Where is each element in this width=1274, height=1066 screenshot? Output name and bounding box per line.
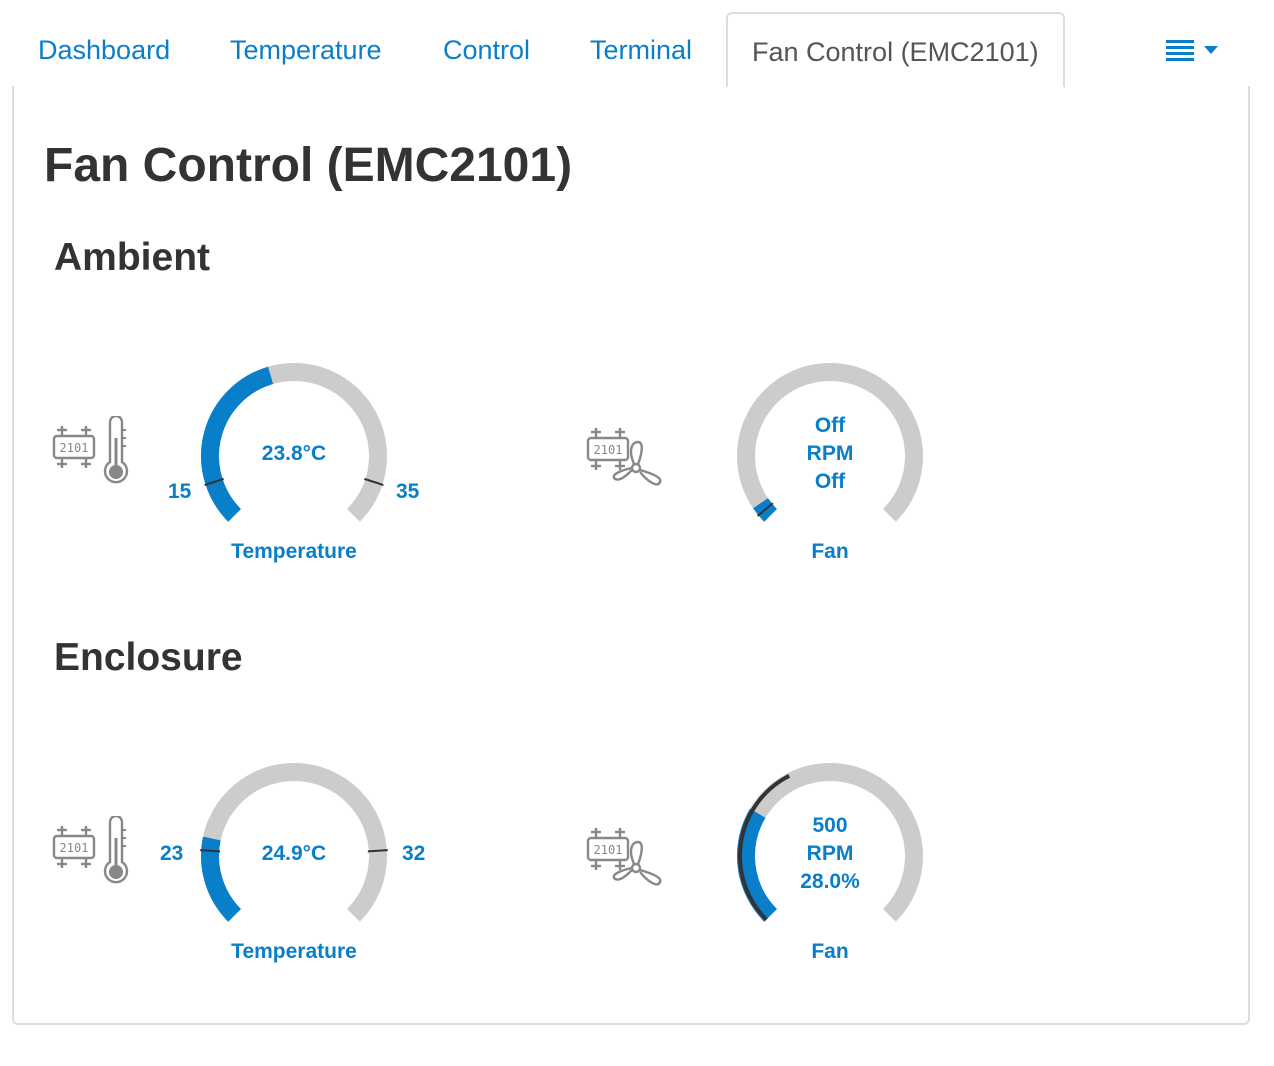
ambient-temperature-label: Temperature xyxy=(231,540,357,563)
list-menu-icon xyxy=(1166,40,1218,61)
ambient-temperature-min: 15 xyxy=(168,480,192,503)
fan-icon xyxy=(612,840,662,886)
chevron-down-icon xyxy=(1204,46,1218,54)
ambient-fan-percent: Off xyxy=(814,470,846,493)
section-title-enclosure: Enclosure xyxy=(54,636,243,679)
thermometer-icon xyxy=(103,816,129,884)
enclosure-fan-percent: 28.0% xyxy=(800,870,860,893)
enclosure-fan-rpm: 500 xyxy=(812,814,848,837)
ambient-temperature-value: 23.8°C xyxy=(261,442,327,465)
svg-text:2101: 2101 xyxy=(60,441,89,455)
tab-dashboard[interactable]: Dashboard xyxy=(38,12,170,88)
tab-control[interactable]: Control xyxy=(443,12,530,88)
menu-dropdown-button[interactable] xyxy=(1162,38,1222,64)
enclosure-temperature-min: 23 xyxy=(160,842,184,865)
ambient-temperature-max: 35 xyxy=(396,480,420,503)
ambient-fan-unit: RPM xyxy=(806,442,854,465)
page-title: Fan Control (EMC2101) xyxy=(44,139,573,192)
enclosure-fan-label: Fan xyxy=(811,940,849,963)
tab-temperature[interactable]: Temperature xyxy=(230,12,382,88)
tab-bar: Dashboard Temperature Control Terminal F… xyxy=(12,12,1250,88)
thermometer-icon xyxy=(103,416,129,484)
section-title-ambient: Ambient xyxy=(54,236,210,279)
ambient-fan-label: Fan xyxy=(811,540,849,563)
enclosure-fan-unit: RPM xyxy=(806,842,854,865)
enclosure-temperature-value: 24.9°C xyxy=(261,842,327,865)
fan-icon xyxy=(612,440,662,486)
enclosure-temperature-label: Temperature xyxy=(231,940,357,963)
enclosure-temperature-max: 32 xyxy=(402,842,426,865)
tab-fan-control[interactable]: Fan Control (EMC2101) xyxy=(726,12,1065,88)
ambient-fan-rpm: Off xyxy=(814,414,846,437)
tab-terminal[interactable]: Terminal xyxy=(590,12,692,88)
svg-text:2101: 2101 xyxy=(60,841,89,855)
